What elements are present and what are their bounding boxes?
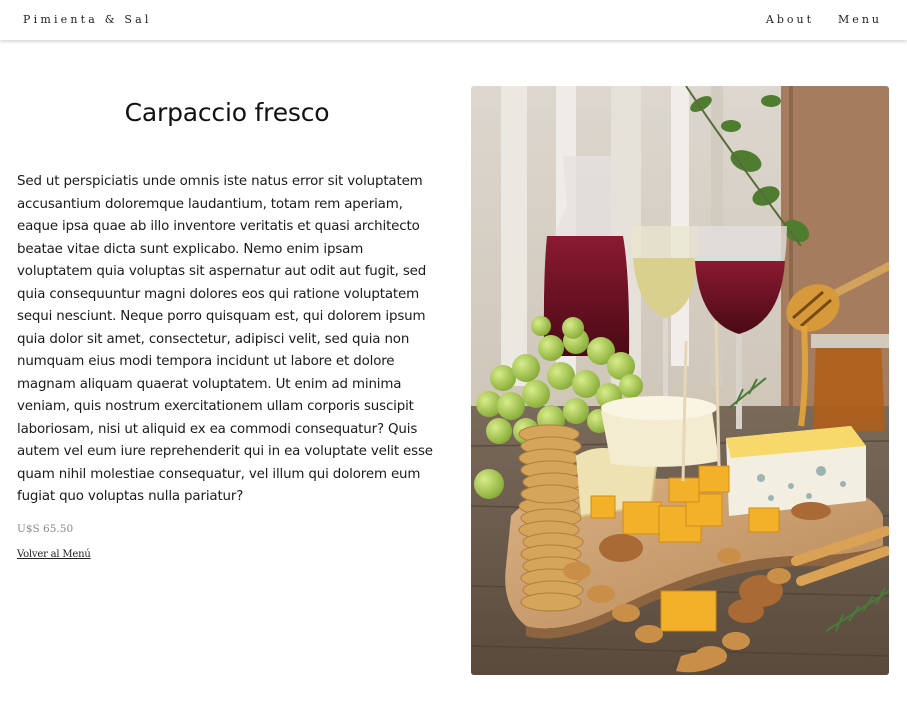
brand-logo[interactable]: Pimienta & Sal	[23, 13, 152, 26]
dish-content: Carpaccio fresco Sed ut perspiciatis und…	[17, 98, 437, 561]
cheese-board-image	[471, 86, 889, 675]
dish-description: Sed ut perspiciatis unde omnis iste natu…	[17, 174, 433, 504]
top-navbar: Pimienta & Sal About Menu	[0, 0, 907, 40]
dish-photo	[471, 86, 889, 675]
nav-links: About Menu	[766, 13, 882, 26]
dish-price: U$S 65.50	[17, 522, 74, 535]
back-to-menu-link[interactable]: Volver al Menú	[17, 549, 91, 560]
nav-link-about[interactable]: About	[766, 13, 814, 26]
nav-link-menu[interactable]: Menu	[838, 13, 882, 26]
dish-title: Carpaccio fresco	[124, 98, 330, 127]
